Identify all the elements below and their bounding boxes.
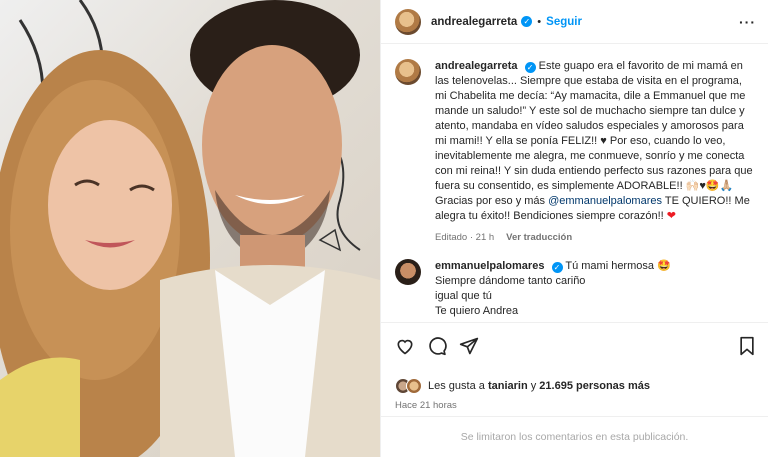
caption-username[interactable]: andrealegarreta [435,60,518,72]
save-bookmark-icon[interactable] [738,336,756,356]
comments-section[interactable]: andrealegarreta ✓ Este guapo era el favo… [381,45,768,322]
comment: emmanuelpalomares ✓ Tú mami hermosa 🤩 Si… [395,259,756,319]
caption-meta: Editado · 21 h Ver traducción [435,230,756,245]
likes-summary[interactable]: Les gusta a taniarin y 21.695 personas m… [395,378,756,394]
likes-prefix: Les gusta a [428,380,485,392]
verified-badge-icon: ✓ [524,62,536,73]
separator-dot: • [537,15,542,28]
see-translation-link[interactable]: Ver traducción [506,232,572,243]
caption-text: Este guapo era el favorito de mi mamá en… [435,60,753,207]
caption-avatar[interactable] [395,59,421,85]
likes-count[interactable]: 21.695 personas más [539,380,650,392]
comment-line-4: Te quiero Andrea [435,305,519,317]
post-header: andrealegarreta ✓ • Seguir ··· [381,0,768,44]
share-icon[interactable] [459,336,479,356]
caption: andrealegarreta ✓ Este guapo era el favo… [395,59,756,245]
author-username[interactable]: andrealegarreta [431,16,517,28]
post-photo-image [0,0,380,457]
like-heart-icon[interactable] [395,336,415,356]
liker-username[interactable]: taniarin [488,380,528,392]
verified-badge-icon: ✓ [551,262,563,273]
comment-icon[interactable] [427,336,447,356]
author-avatar[interactable] [395,8,421,35]
more-options-icon[interactable]: ··· [739,14,756,30]
caption-mention-link[interactable]: @emmanuelpalomares [548,195,662,207]
verified-badge-icon: ✓ [521,16,533,27]
edited-label: Editado · 21 h [435,232,495,243]
commenter-avatar[interactable] [395,259,421,285]
heart-emoji: ❤ [666,210,676,222]
commenter-username[interactable]: emmanuelpalomares [435,260,544,272]
comment-line-1: Tú mami hermosa 🤩 [565,260,671,272]
likes-conj: y [530,380,537,392]
liker-avatar [406,378,422,394]
post-side-panel: andrealegarreta ✓ • Seguir ··· andrealeg… [380,0,768,457]
comments-limited-notice: Se limitaron los comentarios en esta pub… [381,416,768,457]
post-timestamp[interactable]: Hace 21 horas [395,400,756,411]
follow-button[interactable]: Seguir [546,16,582,28]
comment-line-2: Siempre dándome tanto cariño [435,275,586,287]
post-photo[interactable] [0,0,380,457]
comment-line-3: igual que tú [435,290,492,302]
